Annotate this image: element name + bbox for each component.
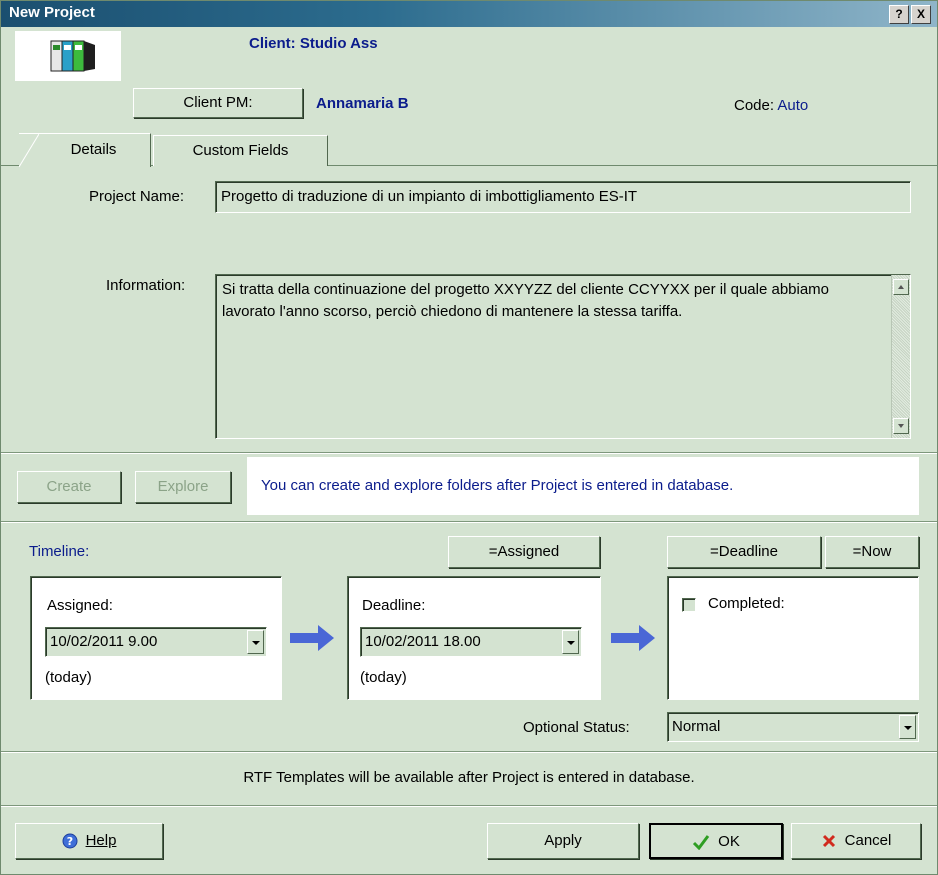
explore-folder-button-label: Explore: [157, 478, 209, 495]
right-arrow-icon: [611, 625, 655, 651]
folders-note-box: You can create and explore folders after…: [247, 457, 919, 515]
optional-status-value: Normal: [672, 718, 721, 735]
set-assigned-button-label: =Assigned: [488, 543, 560, 560]
right-arrow-icon: [290, 625, 334, 651]
folders-note: You can create and explore folders after…: [261, 477, 734, 494]
window-title: New Project: [9, 4, 95, 21]
deadline-panel: Deadline: 10/02/2011 18.00 (today): [347, 576, 601, 700]
divider: [1, 752, 937, 753]
cross-icon: [822, 834, 835, 848]
help-button-label: Help: [85, 832, 117, 849]
code-display: Code: Auto: [734, 97, 808, 114]
scroll-up-icon[interactable]: [893, 279, 909, 295]
title-bar[interactable]: New Project ? X: [1, 1, 937, 27]
set-deadline-button-label: =Deadline: [710, 543, 778, 560]
deadline-note: (today): [360, 669, 407, 686]
completed-label: Completed:: [708, 595, 785, 612]
information-label: Information:: [106, 277, 186, 294]
deadline-label: Deadline:: [362, 597, 426, 614]
client-pm-button[interactable]: Client PM:: [133, 88, 303, 118]
client-label: Client: Studio Ass: [249, 35, 378, 52]
assigned-label: Assigned:: [47, 597, 113, 614]
timeline-label: Timeline:: [29, 543, 90, 560]
assigned-date-select[interactable]: 10/02/2011 9.00: [45, 627, 267, 657]
project-name-input[interactable]: Progetto di traduzione di un impianto di…: [215, 181, 911, 213]
client-pm-value: Annamaria B: [316, 95, 409, 112]
completed-panel: Completed:: [667, 576, 919, 700]
dropdown-arrow-icon[interactable]: [562, 630, 579, 654]
project-name-label: Project Name:: [89, 188, 185, 205]
apply-button[interactable]: Apply: [487, 823, 639, 859]
set-now-button[interactable]: =Now: [825, 536, 919, 568]
scroll-down-icon[interactable]: [893, 418, 909, 434]
ok-button[interactable]: OK: [649, 823, 783, 859]
code-label: Code:: [734, 97, 775, 114]
client-pm-button-label: Client PM:: [183, 94, 253, 111]
tab-details-label: Details: [70, 141, 117, 158]
information-value: Si tratta della continuazione del proget…: [222, 281, 830, 320]
help-circle-icon: ?: [62, 833, 78, 849]
svg-text:?: ?: [66, 835, 72, 848]
dropdown-arrow-icon[interactable]: [899, 715, 916, 739]
ok-button-label: OK: [718, 833, 740, 850]
set-assigned-button[interactable]: =Assigned: [448, 536, 600, 568]
optional-status-select[interactable]: Normal: [667, 712, 919, 742]
project-name-value: Progetto di traduzione di un impianto di…: [221, 188, 638, 205]
create-folder-button[interactable]: Create: [17, 471, 121, 503]
divider: [1, 522, 937, 523]
cancel-button[interactable]: Cancel: [791, 823, 921, 859]
information-scrollbar[interactable]: [891, 275, 910, 438]
help-button[interactable]: ? Help: [15, 823, 163, 859]
assigned-note: (today): [45, 669, 92, 686]
create-folder-button-label: Create: [46, 478, 92, 495]
completed-checkbox[interactable]: [682, 598, 696, 612]
context-help-button[interactable]: ?: [889, 5, 909, 24]
apply-button-label: Apply: [544, 832, 582, 849]
tab-details[interactable]: Details: [19, 133, 151, 167]
new-project-dialog: New Project ? X Client: Studio Ass Clien…: [0, 0, 938, 875]
deadline-date-select[interactable]: 10/02/2011 18.00: [360, 627, 582, 657]
templates-note: RTF Templates will be available after Pr…: [243, 769, 695, 786]
set-now-button-label: =Now: [852, 543, 892, 560]
cancel-button-label: Cancel: [844, 832, 892, 849]
tab-custom-fields-label: Custom Fields: [192, 142, 289, 159]
deadline-date-value: 10/02/2011 18.00: [365, 633, 481, 650]
tab-custom-fields[interactable]: Custom Fields: [153, 135, 328, 166]
optional-status-label: Optional Status:: [523, 719, 630, 736]
information-textarea[interactable]: Si tratta della continuazione del proget…: [215, 274, 911, 439]
set-deadline-button[interactable]: =Deadline: [667, 536, 821, 568]
divider: [1, 453, 937, 454]
assigned-panel: Assigned: 10/02/2011 9.00 (today): [30, 576, 282, 700]
code-value: Auto: [777, 97, 809, 114]
assigned-date-value: 10/02/2011 9.00: [50, 633, 158, 650]
binders-icon: [15, 31, 121, 81]
explore-folder-button[interactable]: Explore: [135, 471, 231, 503]
check-icon: [693, 835, 710, 851]
divider: [1, 806, 937, 807]
close-button[interactable]: X: [911, 5, 931, 24]
dropdown-arrow-icon[interactable]: [247, 630, 264, 654]
